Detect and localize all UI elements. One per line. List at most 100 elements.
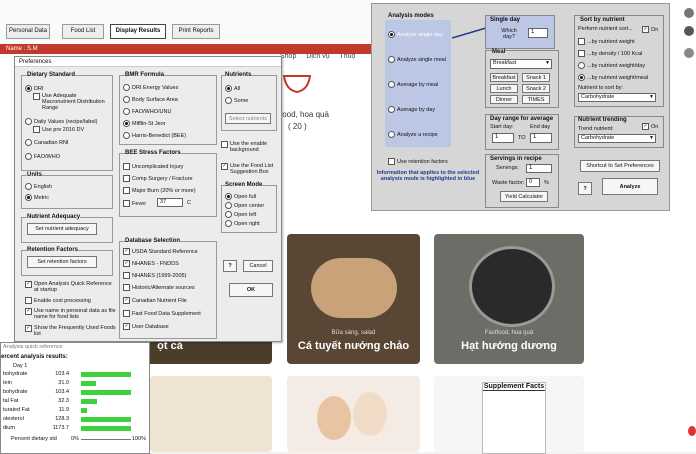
meal-button[interactable]: Breakfast (490, 73, 518, 82)
frequent-foods-check[interactable]: ✓ Show the Frequently Used Foods list (25, 325, 119, 337)
servings-input[interactable]: 1 (526, 164, 552, 173)
record-icon[interactable] (688, 426, 696, 436)
food-card-2[interactable]: Bữa sáng, salad Cá tuyết nướng chảo (287, 234, 420, 364)
analysis-help-button[interactable]: ? (578, 182, 592, 195)
pre-2016-check[interactable]: Use pre 2016 DV (33, 126, 84, 133)
sort-label: Sort by nutrient (580, 17, 625, 23)
meal-button[interactable]: Snack 2 (522, 84, 550, 93)
cancel-button[interactable]: Cancel (243, 260, 273, 272)
tab-display-results[interactable]: Display Results (110, 24, 166, 39)
help-button[interactable]: ? (223, 260, 237, 272)
db-option[interactable]: Fast Food Data Supplement (123, 310, 201, 317)
suggestion-box-check[interactable]: ✓ Use the Food List Suggestion Box (221, 163, 277, 175)
sort-option[interactable]: ...by density / 100 Kcal (578, 50, 642, 57)
option-label: Uncomplicated Injury (132, 163, 184, 170)
db-option[interactable]: ✓ Canadian Nutrient File (123, 297, 187, 304)
cost-processing-check[interactable]: Enable cost processing (25, 297, 91, 304)
fao-who-radio[interactable]: FAO/WHO (25, 153, 60, 160)
dri-radio[interactable]: DRI (25, 85, 43, 92)
tab-print-reports[interactable]: Print Reports (172, 24, 220, 39)
daily-values-radio[interactable]: Daily Values (recipe/label) (25, 118, 97, 125)
trend-nutrient-select[interactable]: Carbohydrate ▼ (578, 134, 656, 143)
screen-mode-option[interactable]: Open right (225, 220, 260, 227)
yield-calculator-button[interactable]: Yield Calculator (500, 191, 548, 202)
shortcut-preferences-button[interactable]: Shortcut to Set Preferences (580, 160, 660, 172)
screen-mode-option[interactable]: Open center (225, 202, 264, 209)
db-option[interactable]: Historic/Alternate sources (123, 284, 195, 291)
english-radio[interactable]: English (25, 183, 52, 190)
enable-background-check[interactable]: Use the enable background (221, 141, 277, 153)
nutrients-some-radio[interactable]: Some (225, 97, 248, 104)
tab-personal-data[interactable]: Personal Data (6, 24, 50, 39)
sort-option[interactable]: ...by nutrient weight (578, 38, 635, 45)
meal-button[interactable]: Snack 1 (522, 73, 550, 82)
avatar-icon[interactable] (684, 48, 694, 58)
fever-check[interactable]: Fever (123, 200, 146, 207)
screen-mode-option[interactable]: Open full (225, 193, 256, 200)
fever-input[interactable]: 37 (157, 198, 183, 207)
fever-unit: C (187, 200, 191, 206)
analyze-button[interactable]: Analyze (602, 178, 658, 195)
sort-option[interactable]: ...by nutrient weight/meal (578, 74, 648, 81)
db-option[interactable]: ✓ User Database (123, 323, 169, 330)
which-day-input[interactable]: 1 (528, 28, 548, 38)
food-card-title: Hạt hướng dương (461, 340, 557, 352)
option-label: USDA Standard Reference (132, 248, 198, 255)
meal-select[interactable]: Breakfast ▼ (490, 59, 552, 69)
bmr-option[interactable]: DRI Energy Values (123, 84, 178, 91)
quick-ref-check[interactable]: ✓ Open Analysis Quick Reference at startu… (25, 281, 115, 293)
quick-ref-heading: ercent analysis results: (1, 354, 68, 360)
metric-radio[interactable]: Metric (25, 194, 49, 201)
mode-option[interactable]: Average by day (388, 106, 435, 113)
tab-food-list[interactable]: Food List (62, 24, 104, 39)
waste-factor-input[interactable]: 0 (526, 178, 540, 187)
db-option[interactable]: NHANES (1999-2005) (123, 272, 186, 279)
use-retention-check[interactable]: Use retention factors (388, 158, 448, 165)
mode-option[interactable]: Analyze a recipe (388, 131, 438, 138)
option-label: Fast Food Data Supplement (132, 310, 201, 317)
screen-mode-option[interactable]: Open left (225, 211, 256, 218)
avatar-icon[interactable] (684, 26, 694, 36)
nutrients-all-radio[interactable]: All (225, 85, 240, 92)
db-option[interactable]: ✓ USDA Standard Reference (123, 248, 198, 255)
bee-option[interactable]: Major Burn (20% or more) (123, 187, 196, 194)
meal-value: Breakfast (493, 60, 517, 66)
food-card-3[interactable]: Fastfood, hoa quả Hạt hướng dương (434, 234, 584, 364)
bmr-option[interactable]: Body Surface Area (123, 96, 178, 103)
end-day-input[interactable]: 1 (530, 133, 552, 143)
mode-option[interactable]: Analyze single day (388, 31, 443, 38)
set-adequacy-button[interactable]: Set nutrient adequacy (27, 223, 97, 235)
sort-option[interactable]: ...by nutrient weight/day (578, 62, 645, 69)
option-label: NHANES (1999-2005) (132, 272, 187, 279)
meal-button[interactable]: Dinner (490, 95, 518, 104)
bmr-option[interactable]: Harris-Benedict (BEE) (123, 132, 186, 139)
trending-on-check[interactable]: ✓ On (642, 123, 658, 130)
meal-button[interactable]: Lunch (490, 84, 518, 93)
bee-option[interactable]: Uncomplicated Injury (123, 163, 183, 170)
select-nutrients-button[interactable]: Select nutrients (225, 113, 271, 124)
bread-image[interactable] (150, 376, 272, 452)
nav-shop[interactable]: Shop (280, 53, 296, 60)
nav-services[interactable]: Dịch vụ (306, 53, 329, 60)
eggs-image[interactable] (287, 376, 420, 452)
canadian-rni-radio[interactable]: Canadian RNI (25, 139, 69, 146)
quick-ref-row: tein 31.0 (3, 380, 147, 387)
db-option[interactable]: ✓ NHANES - FNDDS (123, 260, 179, 267)
sort-nutrient-select[interactable]: Carbohydrate ▼ (578, 93, 656, 102)
option-label: ...by nutrient weight/meal (587, 74, 649, 81)
set-retention-button[interactable]: Set retention factors (27, 256, 97, 268)
bmr-option[interactable]: Mifflin-St Jeor (123, 120, 166, 127)
supplement-image[interactable]: Supplement Facts (434, 376, 584, 454)
nav-more[interactable]: Thuộ (339, 53, 355, 60)
sort-on-check[interactable]: ✓ On (642, 26, 658, 33)
avatar-icon[interactable] (684, 8, 694, 18)
bmr-option[interactable]: FAO/WHO/UNU (123, 108, 171, 115)
filename-check[interactable]: ✓ Use name in personal data as file name … (25, 308, 119, 320)
mode-option[interactable]: Average by meal (388, 81, 438, 88)
meal-button[interactable]: TIMES (522, 95, 550, 104)
mode-option[interactable]: Analyze single meal (388, 56, 446, 63)
start-day-input[interactable]: 1 (492, 133, 514, 143)
ok-button[interactable]: OK (229, 283, 273, 297)
amdr-check[interactable]: Use Adequate Macronutrient Distribution … (33, 93, 109, 111)
bee-option[interactable]: Comp Surgery / Fracture (123, 175, 193, 182)
